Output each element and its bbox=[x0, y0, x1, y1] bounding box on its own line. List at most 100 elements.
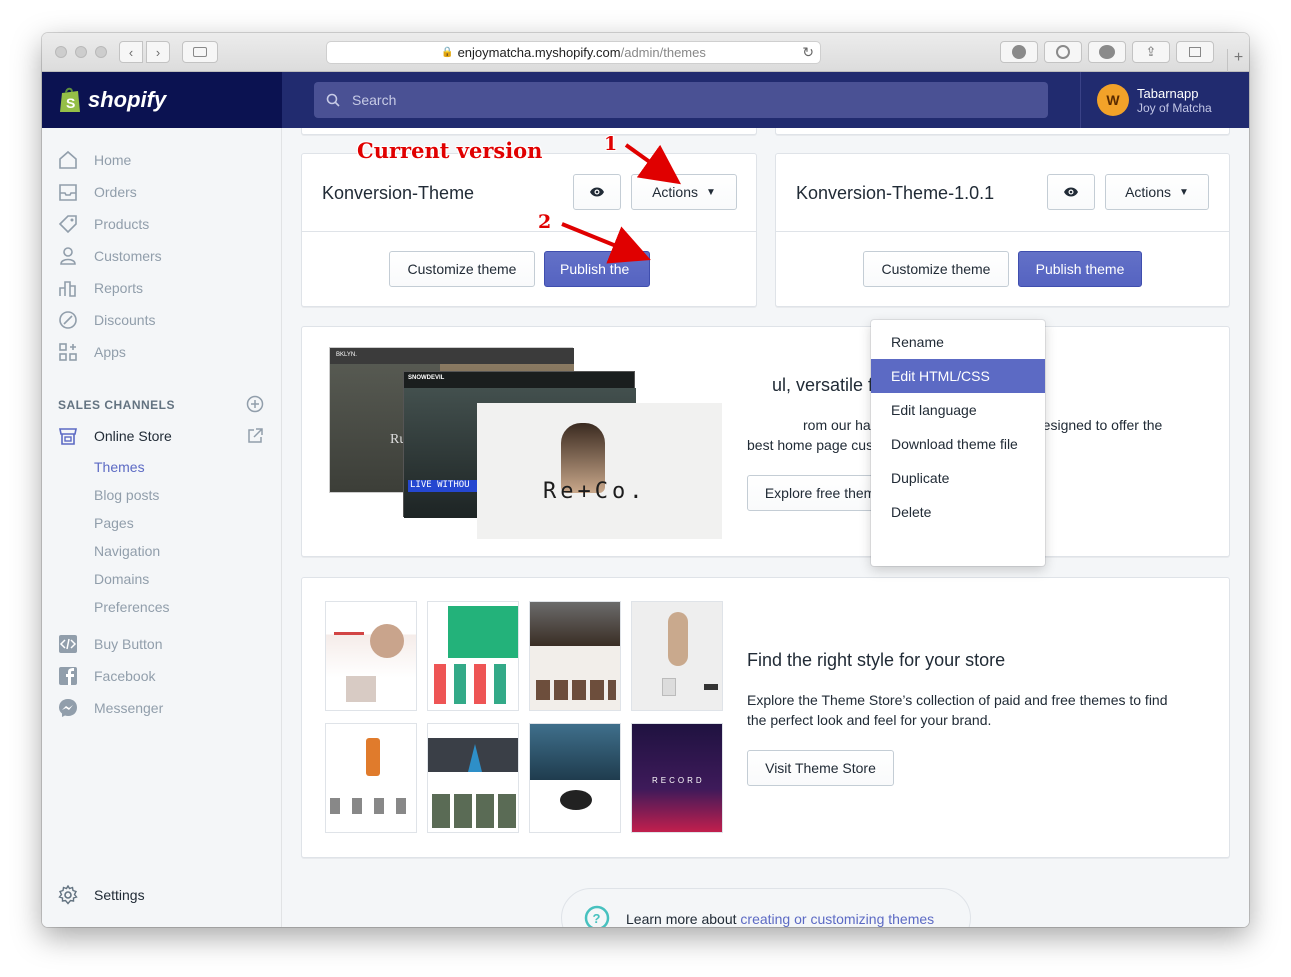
sidebar-subitem-preferences[interactable]: Preferences bbox=[94, 599, 169, 615]
adblock-button[interactable] bbox=[1088, 41, 1126, 63]
sidebar-item-customers[interactable]: Customers bbox=[58, 244, 162, 268]
sidebar-subitem-domains[interactable]: Domains bbox=[94, 571, 149, 587]
reco-preview: Re+Co. bbox=[477, 403, 722, 539]
apps-icon bbox=[58, 342, 78, 362]
external-link-icon bbox=[248, 428, 263, 443]
back-button[interactable]: ‹ bbox=[119, 41, 143, 63]
sidebar-subitem-pages[interactable]: Pages bbox=[94, 515, 134, 531]
theme-name: Konversion-Theme-1.0.1 bbox=[796, 183, 995, 203]
add-channel-button[interactable] bbox=[246, 395, 264, 418]
sidebar-icon bbox=[193, 47, 207, 57]
footer-text: Learn more about creating or customizing… bbox=[626, 911, 935, 927]
sidebar-item-orders[interactable]: Orders bbox=[58, 180, 137, 204]
caret-down-icon: ▼ bbox=[1179, 186, 1189, 198]
sidebar-subitem-blog-posts[interactable]: Blog posts bbox=[94, 487, 159, 503]
adblock-icon bbox=[1099, 45, 1115, 59]
sidebar-item-online-store[interactable]: Online Store bbox=[58, 424, 172, 448]
step-1-label: 1 bbox=[604, 133, 618, 155]
sidebar-item-messenger[interactable]: Messenger bbox=[58, 696, 163, 720]
sidebar-subitem-themes[interactable]: Themes bbox=[94, 459, 145, 475]
orders-icon bbox=[58, 182, 78, 202]
publish-theme-button[interactable]: Publish theme bbox=[1018, 251, 1142, 287]
theme-card-current: Konversion-Theme Actions ▼ Customize the… bbox=[301, 153, 757, 307]
bklyn-logo: BKLYN. bbox=[330, 348, 574, 364]
menu-item-delete[interactable]: Delete bbox=[871, 495, 1045, 529]
sidebar-item-label: Settings bbox=[94, 887, 145, 903]
sidebar-item-reports[interactable]: Reports bbox=[58, 276, 143, 300]
sidebar-item-settings[interactable]: Settings bbox=[58, 883, 145, 907]
sidebar-item-label: Orders bbox=[94, 184, 137, 200]
sidebar-item-buy-button[interactable]: Buy Button bbox=[58, 632, 163, 656]
reports-icon bbox=[58, 278, 78, 298]
theme-card-other: Konversion-Theme-1.0.1 Actions ▼ Customi… bbox=[775, 153, 1230, 307]
url-host: enjoymatcha.myshopify.com bbox=[457, 45, 621, 60]
menu-item-rename[interactable]: Rename bbox=[871, 325, 1045, 359]
zoom-window-button[interactable] bbox=[95, 46, 107, 58]
theme-store-text-1: Explore the Theme Store’s collection of … bbox=[747, 692, 1168, 708]
sidebar-item-label: Products bbox=[94, 216, 150, 232]
sidebar-item-label: Home bbox=[94, 152, 132, 168]
gear-icon bbox=[58, 885, 78, 905]
close-window-button[interactable] bbox=[55, 46, 67, 58]
footer-link[interactable]: creating or customizing themes bbox=[740, 911, 934, 927]
publish-theme-button[interactable]: Publish the bbox=[544, 251, 650, 287]
browser-window: ‹ › 🔒 enjoymatcha.myshopify.com/admin/th… bbox=[42, 33, 1249, 927]
menu-item-download-theme-file[interactable]: Download theme file bbox=[871, 427, 1045, 461]
customers-icon bbox=[58, 246, 78, 266]
search-placeholder: Search bbox=[352, 92, 397, 108]
downloads-button[interactable] bbox=[1000, 41, 1038, 63]
sidebar-item-home[interactable]: Home bbox=[58, 148, 131, 172]
customize-theme-button[interactable]: Customize theme bbox=[863, 251, 1009, 287]
theme-thumbnail bbox=[427, 601, 519, 711]
new-tab-button[interactable]: + bbox=[1227, 49, 1249, 72]
actions-dropdown-button[interactable]: Actions ▼ bbox=[631, 174, 737, 210]
theme-thumbnail bbox=[325, 723, 417, 833]
visit-theme-store-button[interactable]: Visit Theme Store bbox=[747, 750, 894, 786]
avatar: W bbox=[1097, 84, 1129, 116]
snowdevil-banner: LIVE WITHOU bbox=[408, 480, 488, 492]
menu-item-duplicate[interactable]: Duplicate bbox=[871, 461, 1045, 495]
main-content: Konversion-Theme Actions ▼ Customize the… bbox=[282, 128, 1249, 927]
menu-item-edit-html-css[interactable]: Edit HTML/CSS bbox=[871, 359, 1045, 393]
actions-label: Actions bbox=[652, 184, 698, 200]
sidebar-item-label: Customers bbox=[94, 248, 162, 264]
sidebar-item-apps[interactable]: Apps bbox=[58, 340, 126, 364]
reload-icon[interactable]: ↻ bbox=[802, 44, 814, 61]
forward-button[interactable]: › bbox=[146, 41, 170, 63]
search-icon bbox=[326, 93, 340, 107]
preview-theme-button[interactable] bbox=[573, 174, 621, 210]
search-input[interactable]: Search bbox=[314, 82, 1048, 118]
eye-icon bbox=[1064, 187, 1078, 197]
theme-name: Konversion-Theme bbox=[322, 183, 475, 203]
browser-toolbar: ‹ › 🔒 enjoymatcha.myshopify.com/admin/th… bbox=[42, 33, 1249, 72]
share-icon: ⇪ bbox=[1145, 44, 1157, 59]
caret-down-icon: ▼ bbox=[706, 186, 716, 198]
sidebar-item-facebook[interactable]: Facebook bbox=[58, 664, 155, 688]
sidebar-subitem-navigation[interactable]: Navigation bbox=[94, 543, 160, 559]
extension-button[interactable] bbox=[1044, 41, 1082, 63]
chevron-right-icon: › bbox=[155, 44, 161, 60]
customize-theme-button[interactable]: Customize theme bbox=[389, 251, 535, 287]
preview-theme-button[interactable] bbox=[1047, 174, 1095, 210]
menu-item-edit-language[interactable]: Edit language bbox=[871, 393, 1045, 427]
card-divider bbox=[776, 231, 1229, 232]
record-thumb-label: RECORD bbox=[652, 776, 705, 785]
lock-icon: 🔒 bbox=[441, 47, 454, 58]
theme-thumbnail bbox=[427, 723, 519, 833]
sidebar-toggle-button[interactable] bbox=[182, 41, 218, 63]
actions-dropdown-button[interactable]: Actions ▼ bbox=[1105, 174, 1209, 210]
view-online-store-button[interactable] bbox=[246, 427, 264, 450]
logo[interactable]: S shopify bbox=[42, 72, 282, 128]
facebook-icon bbox=[58, 666, 78, 686]
tabs-button[interactable] bbox=[1176, 41, 1214, 63]
sidebar-item-products[interactable]: Products bbox=[58, 212, 149, 236]
address-bar[interactable]: 🔒 enjoymatcha.myshopify.com/admin/themes… bbox=[326, 41, 821, 64]
actions-menu: Rename Edit HTML/CSS Edit language Downl… bbox=[871, 320, 1045, 566]
extension-icon bbox=[1056, 45, 1070, 59]
share-button[interactable]: ⇪ bbox=[1132, 41, 1170, 63]
minimize-window-button[interactable] bbox=[75, 46, 87, 58]
reco-logo: Re+Co. bbox=[543, 479, 647, 504]
user-menu[interactable]: W Tabarnapp Joy of Matcha bbox=[1080, 72, 1249, 128]
sidebar-item-discounts[interactable]: Discounts bbox=[58, 308, 155, 332]
svg-text:S: S bbox=[66, 95, 75, 111]
